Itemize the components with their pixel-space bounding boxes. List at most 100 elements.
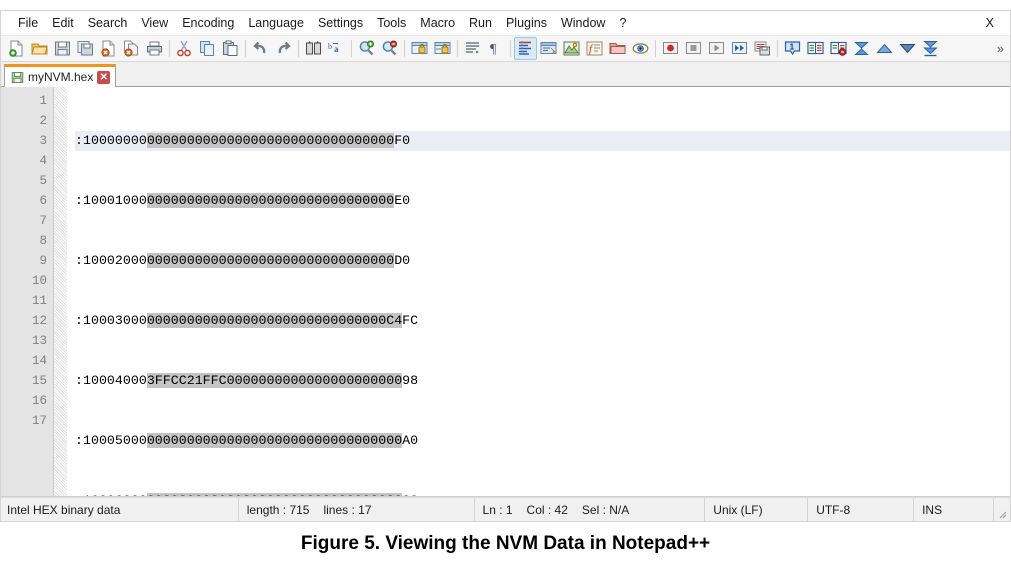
save-macro-icon[interactable] bbox=[751, 37, 774, 60]
close-all-icon[interactable] bbox=[120, 37, 143, 60]
toolbar-separator bbox=[245, 40, 246, 57]
line-number: 12 bbox=[31, 314, 47, 328]
toolbar-separator bbox=[298, 40, 299, 57]
code-selected: 00303000303030300000303030003030 bbox=[146, 493, 403, 496]
jump-up-icon[interactable] bbox=[873, 37, 896, 60]
menu-item-edit[interactable]: Edit bbox=[45, 13, 81, 33]
indent-guide-icon[interactable] bbox=[514, 37, 537, 60]
paste-icon[interactable] bbox=[219, 37, 242, 60]
line-number: 4 bbox=[39, 154, 47, 168]
word-wrap-icon[interactable] bbox=[461, 37, 484, 60]
tab-label: myNVM.hex bbox=[28, 70, 94, 84]
menu-item-macro[interactable]: Macro bbox=[413, 13, 462, 33]
monitoring-icon[interactable] bbox=[629, 37, 652, 60]
figure-caption: Figure 5. Viewing the NVM Data in Notepa… bbox=[300, 533, 711, 554]
line-number-margin: 1 2 3 4 5 6 7 8 9 10 11 12 13 14 15 16 1 bbox=[1, 87, 53, 496]
new-file-icon[interactable] bbox=[5, 37, 28, 60]
svg-text:a: a bbox=[334, 44, 339, 54]
status-eol-format[interactable]: Unix (LF) bbox=[705, 498, 809, 521]
zoom-out-icon[interactable] bbox=[378, 37, 401, 60]
code-line[interactable]: :10003000000000000000000000000000000000C… bbox=[75, 311, 1010, 331]
code-suffix: F0 bbox=[394, 133, 411, 148]
folder-as-workspace-icon[interactable] bbox=[606, 37, 629, 60]
line-number: 16 bbox=[31, 394, 47, 408]
zoom-in-icon[interactable] bbox=[355, 37, 378, 60]
menu-item-run[interactable]: Run bbox=[462, 13, 499, 33]
code-content[interactable]: :100000000000000000000000000000000000000… bbox=[67, 87, 1010, 496]
copy-icon[interactable] bbox=[196, 37, 219, 60]
code-selected: 00000000000000000000000000000000 bbox=[146, 433, 403, 448]
sync-vertical-scroll-icon[interactable] bbox=[408, 37, 431, 60]
user-defined-dialog-icon[interactable] bbox=[537, 37, 560, 60]
record-macro-icon[interactable] bbox=[659, 37, 682, 60]
save-all-icon[interactable] bbox=[74, 37, 97, 60]
line-number: 5 bbox=[39, 174, 47, 188]
menu-item-settings[interactable]: Settings bbox=[311, 13, 370, 33]
status-length-lines: length : 715 lines : 17 bbox=[239, 498, 475, 521]
svg-text:1: 1 bbox=[790, 42, 795, 52]
document-map-icon[interactable] bbox=[560, 37, 583, 60]
function-list-icon[interactable]: f bbox=[583, 37, 606, 60]
status-encoding[interactable]: UTF-8 bbox=[808, 498, 915, 521]
code-prefix: :10004000 bbox=[75, 373, 147, 388]
close-icon[interactable]: ✕ bbox=[97, 70, 111, 84]
tab-mynvm-hex[interactable]: myNVM.hex ✕ bbox=[4, 64, 117, 87]
cut-icon[interactable] bbox=[173, 37, 196, 60]
menu-item-plugins[interactable]: Plugins bbox=[499, 13, 554, 33]
menu-item-view[interactable]: View bbox=[134, 13, 175, 33]
toolbar-overflow-button[interactable]: » bbox=[995, 41, 1008, 56]
window-close-button[interactable]: X bbox=[979, 13, 1004, 33]
code-line[interactable]: :100060000030300030303030000030303000303… bbox=[75, 491, 1010, 496]
code-prefix: :10003000 bbox=[75, 313, 147, 328]
line-number: 8 bbox=[39, 234, 47, 248]
code-line[interactable]: :100020000000000000000000000000000000000… bbox=[75, 251, 1010, 271]
jump-last-icon[interactable] bbox=[919, 37, 942, 60]
save-icon[interactable] bbox=[51, 37, 74, 60]
menu-item-window[interactable]: Window bbox=[554, 13, 612, 33]
toolbar-separator bbox=[457, 40, 458, 57]
menu-item-file[interactable]: File bbox=[11, 13, 45, 33]
print-icon[interactable] bbox=[143, 37, 166, 60]
status-filetype: Intel HEX binary data bbox=[1, 498, 239, 521]
status-bar: Intel HEX binary data length : 715 lines… bbox=[1, 497, 1010, 521]
menu-item-encoding[interactable]: Encoding bbox=[175, 13, 241, 33]
resize-grip-icon[interactable] bbox=[994, 498, 1010, 521]
code-line[interactable]: :100050000000000000000000000000000000000… bbox=[75, 431, 1010, 451]
run-macro-multiple-icon[interactable] bbox=[728, 37, 751, 60]
code-line[interactable]: :100040003FFCC21FFC000000000000000000000… bbox=[75, 371, 1010, 391]
editor-gutter: 1 2 3 4 5 6 7 8 9 10 11 12 13 14 15 16 1 bbox=[1, 87, 67, 496]
redo-icon[interactable] bbox=[272, 37, 295, 60]
menu-item-language[interactable]: Language bbox=[241, 13, 311, 33]
play-macro-icon[interactable] bbox=[705, 37, 728, 60]
replace-icon[interactable]: ba bbox=[325, 37, 348, 60]
line-number: 14 bbox=[31, 354, 47, 368]
bookmark-icon[interactable]: 1 bbox=[781, 37, 804, 60]
open-file-icon[interactable] bbox=[28, 37, 51, 60]
compare-icon[interactable] bbox=[804, 37, 827, 60]
show-all-characters-icon[interactable]: ¶ bbox=[484, 37, 507, 60]
editor-area[interactable]: 1 2 3 4 5 6 7 8 9 10 11 12 13 14 15 16 1 bbox=[1, 87, 1010, 497]
code-suffix: A0 bbox=[402, 433, 419, 448]
tab-bar: myNVM.hex ✕ bbox=[1, 62, 1010, 87]
code-suffix: 98 bbox=[402, 373, 419, 388]
stop-recording-icon[interactable] bbox=[682, 37, 705, 60]
menu-item-tools[interactable]: Tools bbox=[370, 13, 413, 33]
code-line[interactable]: :100010000000000000000000000000000000000… bbox=[75, 191, 1010, 211]
status-insert-mode[interactable]: INS bbox=[914, 498, 995, 521]
line-number: 17 bbox=[31, 414, 47, 428]
fold-margin[interactable] bbox=[53, 87, 67, 496]
jump-down-icon[interactable] bbox=[896, 37, 919, 60]
menu-item-help[interactable]: ? bbox=[612, 13, 633, 33]
jump-first-icon[interactable] bbox=[850, 37, 873, 60]
find-icon[interactable] bbox=[302, 37, 325, 60]
undo-icon[interactable] bbox=[249, 37, 272, 60]
compare-clear-icon[interactable] bbox=[827, 37, 850, 60]
menu-item-search[interactable]: Search bbox=[81, 13, 135, 33]
code-suffix: FC bbox=[402, 313, 419, 328]
notepad-plus-plus-window: File Edit Search View Encoding Language … bbox=[0, 10, 1011, 522]
code-suffix: D0 bbox=[394, 253, 411, 268]
close-file-icon[interactable] bbox=[97, 37, 120, 60]
sync-horizontal-scroll-icon[interactable] bbox=[431, 37, 454, 60]
line-number: 2 bbox=[39, 114, 47, 128]
code-line[interactable]: :100000000000000000000000000000000000000… bbox=[75, 131, 1010, 151]
